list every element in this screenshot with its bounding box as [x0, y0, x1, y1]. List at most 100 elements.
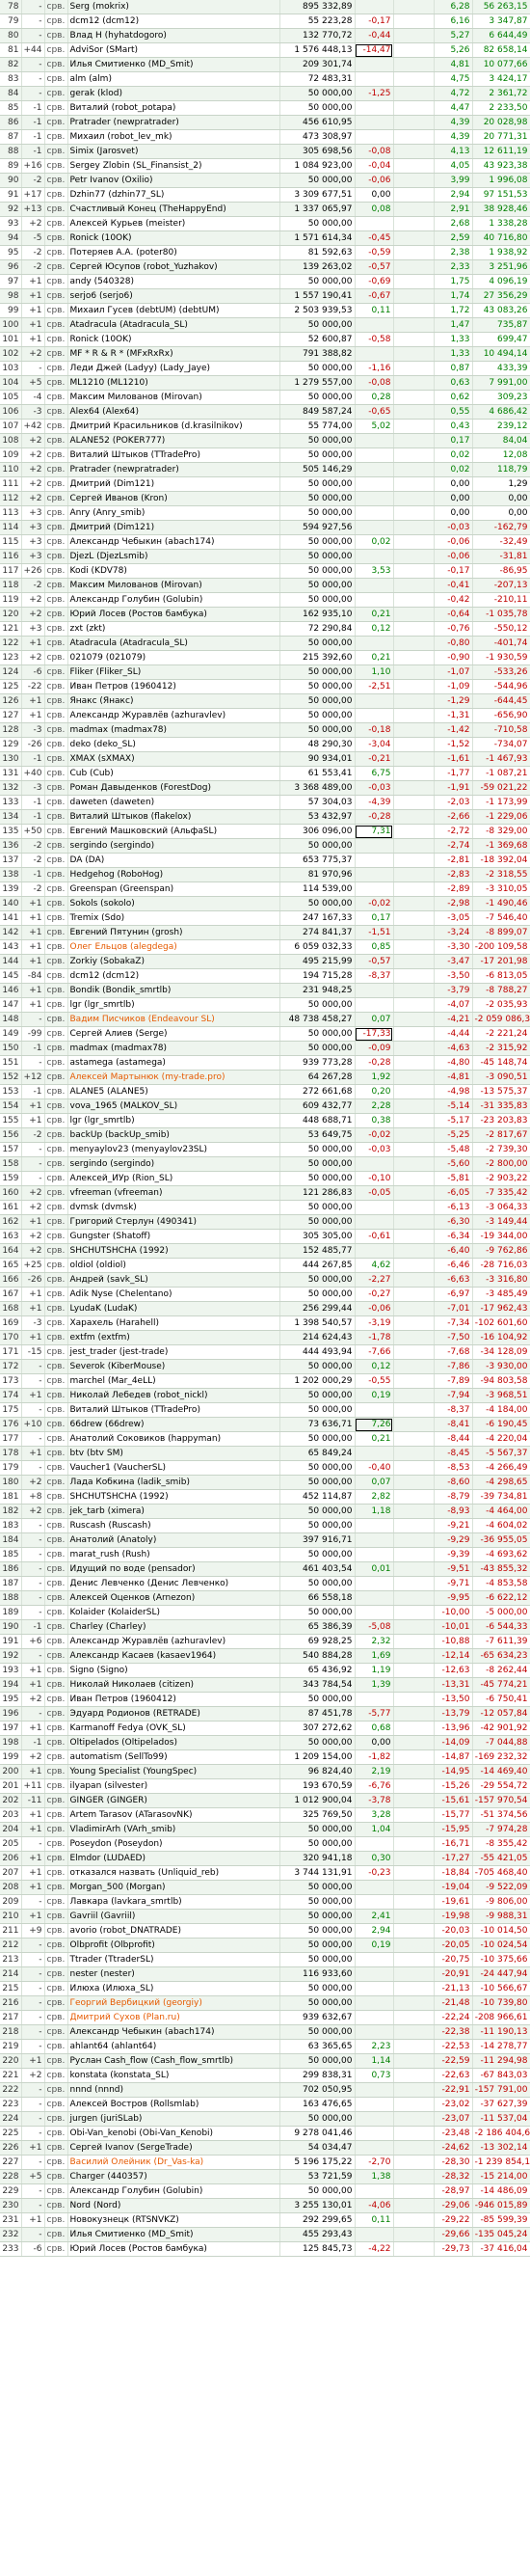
row-participant-name[interactable]: Янакс (Янакс): [67, 693, 280, 709]
participant-link[interactable]: menyaylov23 (menyaylov23SL): [70, 1145, 208, 1154]
row-participant-name[interactable]: Эдуард Родионов (RETRADE): [67, 1706, 280, 1722]
participant-link[interactable]: XMAX (sXMAX): [70, 754, 135, 764]
participant-link[interactable]: Максим Милованов (Mirovan): [70, 393, 202, 402]
row-participant-name[interactable]: Михаил (robot_lev_mk): [67, 129, 280, 145]
participant-link[interactable]: Ttrader (TtraderSL): [70, 1955, 154, 1965]
participant-link[interactable]: marchel (Mar_4eLL): [70, 1376, 156, 1386]
row-participant-name[interactable]: Максим Милованов (Mirovan): [67, 578, 280, 593]
row-participant-name[interactable]: Ttrader (TtraderSL): [67, 1952, 280, 1967]
participant-link[interactable]: oldiol (oldiol): [70, 1261, 126, 1270]
row-participant-name[interactable]: oldiol (oldiol): [67, 1258, 280, 1273]
participant-link[interactable]: Bondik (Bondik_smrtlb): [70, 986, 172, 995]
participant-link[interactable]: nester (nester): [70, 1969, 135, 1979]
participant-link[interactable]: Георгий Вербицкий (georgiy): [70, 1998, 202, 2008]
participant-link[interactable]: Дмитрий Красильников (d.krasilnikov): [70, 421, 243, 431]
participant-link[interactable]: Charger (440357): [70, 2172, 147, 2182]
participant-link[interactable]: Юрий Лосев (Ростов бамбука): [70, 610, 207, 619]
participant-link[interactable]: GINGER (GINGER): [70, 1796, 147, 1805]
row-participant-name[interactable]: Анатолий Соковиков (happyman): [67, 1431, 280, 1447]
participant-link[interactable]: Atadracula (Atadracula_SL): [70, 320, 188, 330]
row-participant-name[interactable]: Юрий Лосев (Ростов бамбука): [67, 607, 280, 622]
row-participant-name[interactable]: marat_rush (Rush): [67, 1547, 280, 1562]
row-participant-name[interactable]: jek_tarb (ximera): [67, 1504, 280, 1519]
row-participant-name[interactable]: alm (alm): [67, 71, 280, 87]
participant-link[interactable]: Ruscash (Ruscash): [70, 1521, 151, 1531]
row-participant-name[interactable]: Максим Милованов (Mirovan): [67, 390, 280, 405]
row-participant-name[interactable]: Сергей Алиев (Serge): [67, 1026, 280, 1042]
participant-link[interactable]: Вадим Писчиков (Endeavour SL): [70, 1015, 215, 1024]
participant-link[interactable]: Александр Чебыкин (abach174): [70, 2027, 215, 2037]
participant-link[interactable]: Счастливый Конец (TheHappyEnd): [70, 204, 226, 214]
participant-link[interactable]: Artem Tarasov (ATarasovNK): [70, 1810, 193, 1820]
row-participant-name[interactable]: Petr Ivanov (Oxilio): [67, 173, 280, 188]
row-participant-name[interactable]: Дмитрий (Dim121): [67, 476, 280, 492]
row-participant-name[interactable]: Лада Кобкина (ladik_smib): [67, 1475, 280, 1490]
participant-link[interactable]: Ronick (10OK): [70, 233, 132, 243]
participant-link[interactable]: Nord (Nord): [70, 2201, 121, 2210]
row-participant-name[interactable]: Дмитрий Сухов (Plan.ru): [67, 2010, 280, 2025]
row-participant-name[interactable]: Pratrader (newpratrader): [67, 115, 280, 130]
participant-link[interactable]: Young Specialist (YoungSpec): [70, 1767, 198, 1776]
participant-link[interactable]: Янакс (Янакс): [70, 696, 134, 706]
row-participant-name[interactable]: Сергей Ivanov (SergeTrade): [67, 2140, 280, 2156]
row-participant-name[interactable]: Pratrader (newpratrader): [67, 462, 280, 477]
participant-link[interactable]: madmax (madmax78): [70, 725, 168, 735]
row-participant-name[interactable]: Влад Н (hyhatdogoro): [67, 28, 280, 43]
row-participant-name[interactable]: gerak (klod): [67, 86, 280, 101]
row-participant-name[interactable]: ahlant64 (ahlant64): [67, 2039, 280, 2054]
row-participant-name[interactable]: Poseydon (Poseydon): [67, 1836, 280, 1852]
participant-link[interactable]: Vaucher1 (VaucherSL): [70, 1463, 166, 1473]
row-participant-name[interactable]: backUp (backUp_smib): [67, 1127, 280, 1143]
participant-link[interactable]: Илья Смитиенко (MD_Smit): [70, 60, 194, 69]
participant-link[interactable]: Petr Ivanov (Oxilio): [70, 176, 153, 185]
participant-link[interactable]: Александр Журавлёв (azhuravlev): [70, 1637, 226, 1646]
row-participant-name[interactable]: Иван Петров (1960412): [67, 679, 280, 694]
row-participant-name[interactable]: Иван Петров (1960412): [67, 1692, 280, 1707]
participant-link[interactable]: ALANE52 (POKER777): [70, 436, 166, 446]
row-participant-name[interactable]: Alex64 (Alex64): [67, 404, 280, 420]
row-participant-name[interactable]: Виталий (robot_potapa): [67, 100, 280, 116]
participant-link[interactable]: lgr (lgr_smrtlb): [70, 1116, 135, 1125]
participant-link[interactable]: Андрей (savk_SL): [70, 1275, 148, 1285]
row-participant-name[interactable]: Artem Tarasov (ATarasovNK): [67, 1807, 280, 1823]
participant-link[interactable]: dcm12 (dcm12): [70, 971, 140, 981]
row-participant-name[interactable]: VladimirArh (VArh_smib): [67, 1822, 280, 1837]
row-participant-name[interactable]: Ronick (10OK): [67, 332, 280, 347]
participant-link[interactable]: Алексей Курьев (meister): [70, 219, 186, 229]
participant-link[interactable]: Михаил (robot_lev_mk): [70, 132, 172, 142]
participant-link[interactable]: Юрий Лосев (Ростов бамбука): [70, 2244, 207, 2254]
row-participant-name[interactable]: marchel (Mar_4eLL): [67, 1373, 280, 1389]
row-participant-name[interactable]: Идущий по воде (pensador): [67, 1561, 280, 1577]
participant-link[interactable]: Severok (KiberMouse): [70, 1362, 166, 1371]
row-participant-name[interactable]: Oltipelados (Oltipelados): [67, 1735, 280, 1750]
participant-link[interactable]: jest_trader (jest-trade): [70, 1347, 169, 1357]
row-participant-name[interactable]: Александр Журавлёв (azhuravlev): [67, 1634, 280, 1649]
row-participant-name[interactable]: Михаил Гусев (debtUM) (debtUM): [67, 303, 280, 318]
row-participant-name[interactable]: Алексей Мартынюк (my-trade.pro): [67, 1070, 280, 1085]
row-participant-name[interactable]: vfreeman (vfreeman): [67, 1185, 280, 1201]
participant-link[interactable]: Николай Николаев (citizen): [70, 1680, 195, 1690]
participant-link[interactable]: Zorkiy (SobakaZ): [70, 957, 145, 966]
row-participant-name[interactable]: jurgen (juriSLab): [67, 2111, 280, 2127]
row-participant-name[interactable]: Алексей Курьев (meister): [67, 216, 280, 231]
row-participant-name[interactable]: Анатолий (Anatoly): [67, 1532, 280, 1548]
row-participant-name[interactable]: menyaylov23 (menyaylov23SL): [67, 1142, 280, 1157]
participant-link[interactable]: dcm12 (dcm12): [70, 16, 140, 26]
participant-link[interactable]: 66drew (66drew): [70, 1420, 145, 1429]
row-participant-name[interactable]: Charley (Charley): [67, 1619, 280, 1635]
row-participant-name[interactable]: Adik Nyse (Chelentano): [67, 1287, 280, 1302]
participant-link[interactable]: sergindo (sergindo): [70, 1159, 155, 1169]
row-participant-name[interactable]: Алексей_ИУр (Rion_SL): [67, 1171, 280, 1186]
row-participant-name[interactable]: Олег Ельцов (alegdega): [67, 939, 280, 955]
row-participant-name[interactable]: Cub (Cub): [67, 766, 280, 781]
participant-link[interactable]: Greenspan (Greenspan): [70, 884, 174, 894]
row-participant-name[interactable]: Василий Олейник (Dr_Vas-ka): [67, 2155, 280, 2170]
participant-link[interactable]: Иван Петров (1960412): [70, 1695, 176, 1704]
participant-link[interactable]: Илья Смитиенко (MD_Smit): [70, 2230, 194, 2239]
participant-link[interactable]: Fliker (Fliker_SL): [70, 667, 142, 677]
participant-link[interactable]: Poseydon (Poseydon): [70, 1839, 163, 1849]
participant-link[interactable]: astamega (astamega): [70, 1058, 166, 1068]
participant-link[interactable]: Oltipelados (Oltipelados): [70, 1738, 177, 1748]
row-participant-name[interactable]: SHCHUTSHCHA (1992): [67, 1489, 280, 1505]
participant-link[interactable]: Ronick (10OK): [70, 335, 132, 344]
